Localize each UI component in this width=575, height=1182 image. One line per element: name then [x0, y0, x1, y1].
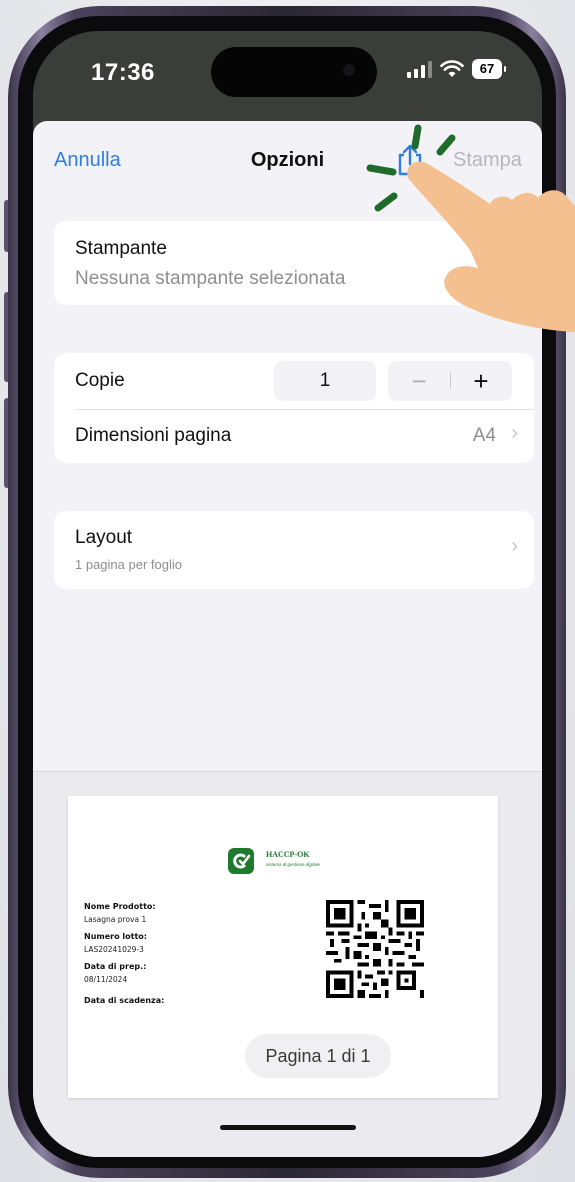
status-time: 17:36 — [91, 59, 155, 86]
phone-screen: 17:36 67 Annulla Opzioni Stampa Stampant… — [33, 31, 542, 1157]
page-size-value: A4 — [472, 425, 496, 446]
layout-row[interactable]: Layout 1 pagina per foglio › — [54, 511, 534, 589]
cellular-signal-icon — [407, 60, 432, 78]
print-preview-area: HACCP-OK sistema di gestione digitale No… — [33, 771, 542, 1157]
print-options-sheet: Annulla Opzioni Stampa Stampante Nessuna… — [33, 121, 542, 1157]
print-button[interactable]: Stampa — [453, 149, 522, 172]
layout-value: 1 pagina per foglio — [75, 557, 182, 572]
copies-and-size-group: Copie 1 − + Dimensioni pagina A4 › — [54, 353, 534, 463]
copies-label: Copie — [75, 370, 125, 391]
page-size-row[interactable]: Dimensioni pagina A4 › — [54, 410, 534, 463]
battery-icon: 67 — [472, 59, 506, 79]
field-value: Lasagna prova 1 — [84, 915, 147, 924]
page-indicator: Pagina 1 di 1 — [245, 1034, 391, 1078]
wifi-icon — [440, 60, 464, 77]
chevron-right-icon: › — [511, 422, 518, 444]
increment-button[interactable]: + — [450, 361, 512, 401]
brand-name: HACCP-OK — [266, 850, 310, 859]
field-value: LAS20241029-3 — [84, 945, 144, 954]
field-label: Data di prep.: — [84, 962, 147, 971]
printer-value: Nessuna stampante selezionata — [75, 268, 346, 289]
haccp-logo-icon — [228, 848, 254, 874]
printer-row[interactable]: Stampante Nessuna stampante selezionata — [54, 221, 534, 305]
qr-code — [326, 900, 424, 998]
nav-bar: Annulla Opzioni Stampa — [33, 121, 542, 201]
copies-field[interactable]: 1 — [274, 361, 376, 401]
field-value: 08/11/2024 — [84, 975, 128, 984]
share-icon[interactable] — [395, 143, 425, 177]
copies-row: Copie 1 − + — [54, 353, 534, 409]
field-label: Nome Prodotto: — [84, 902, 156, 911]
home-indicator[interactable] — [220, 1125, 356, 1130]
status-icons: 67 — [407, 59, 506, 79]
chevron-right-icon: › — [511, 535, 518, 557]
front-camera — [343, 64, 355, 76]
copies-stepper: − + — [388, 361, 512, 401]
field-label: Numero lotto: — [84, 932, 147, 941]
field-label: Data di scadenza: — [84, 996, 165, 1005]
preview-page[interactable]: HACCP-OK sistema di gestione digitale No… — [68, 796, 498, 1098]
decrement-button[interactable]: − — [388, 361, 450, 401]
status-bar: 17:36 67 — [33, 31, 542, 121]
brand-tagline: sistema di gestione digitale — [266, 862, 321, 867]
layout-label: Layout — [75, 527, 133, 548]
printer-label: Stampante — [75, 238, 167, 259]
device-stage: 17:36 67 Annulla Opzioni Stampa Stampant… — [0, 0, 575, 1182]
page-size-label: Dimensioni pagina — [75, 425, 232, 446]
